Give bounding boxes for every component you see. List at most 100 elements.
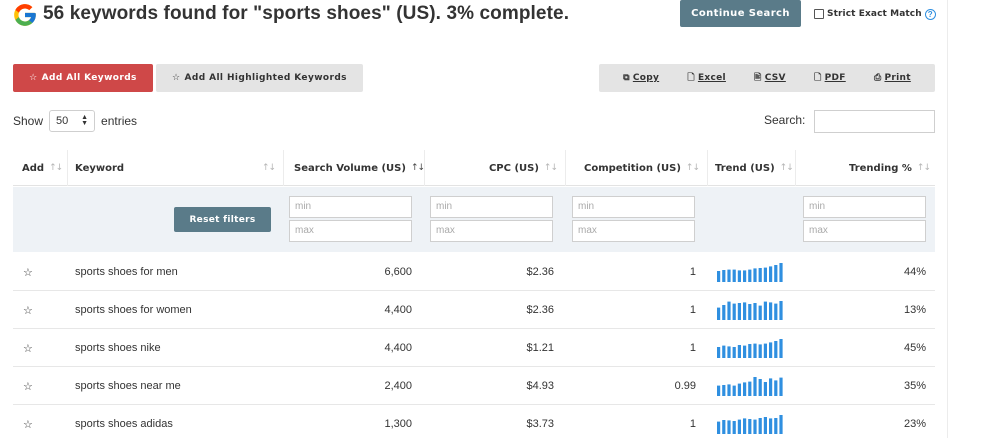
trend-bar	[774, 341, 778, 358]
trend-bar	[763, 301, 767, 320]
trend-bar	[727, 346, 731, 358]
trend-bar	[758, 305, 762, 320]
trend-bar	[753, 303, 757, 320]
trend-bar	[753, 268, 757, 282]
sort-desc-icon: ↑↓	[410, 163, 425, 173]
column-header-add-label: Add	[22, 162, 45, 174]
table-row: ☆ sports shoes for men 6,600 $2.36 1 44%	[13, 253, 935, 291]
column-divider	[283, 150, 284, 186]
column-header-trend[interactable]: Trend (US) ↑↓	[715, 150, 795, 186]
trend-bar	[743, 382, 747, 396]
sort-icon: ↑↓	[685, 163, 700, 173]
add-all-keywords-button[interactable]: ☆ Add All Keywords	[13, 64, 153, 92]
trend-bar	[717, 271, 721, 282]
column-header-keyword-label: Keyword	[75, 162, 125, 174]
continue-search-button[interactable]: Continue Search	[680, 0, 801, 27]
excel-button[interactable]: 🗋 Excel	[687, 70, 726, 86]
column-divider	[67, 150, 68, 186]
star-outline-icon: ☆	[29, 73, 38, 83]
cpc-cell: $2.36	[526, 266, 554, 278]
strict-exact-match-toggle[interactable]: Strict Exact Match ?	[814, 7, 936, 21]
star-outline-icon[interactable]: ☆	[23, 291, 37, 329]
star-outline-icon[interactable]: ☆	[23, 329, 37, 367]
competition-cell: 1	[689, 342, 696, 354]
search-volume-cell: 1,300	[384, 418, 412, 430]
trending-min-filter[interactable]: min	[803, 196, 926, 218]
trend-bar	[763, 382, 767, 396]
trend-bar	[779, 339, 783, 358]
trending-percent-cell: 35%	[903, 380, 926, 392]
column-header-competition[interactable]: Competition (US) ↑↓	[566, 150, 700, 186]
print-button[interactable]: ⎙ Print	[874, 73, 911, 83]
star-outline-icon[interactable]: ☆	[23, 405, 37, 443]
column-header-search-volume[interactable]: Search Volume (US) ↑↓	[294, 150, 425, 186]
google-logo-icon	[14, 4, 36, 26]
column-header-search-volume-label: Search Volume (US)	[294, 162, 406, 174]
sort-icon: ↑↓	[543, 163, 558, 173]
entries-label: entries	[101, 114, 138, 128]
help-icon[interactable]: ?	[924, 8, 936, 20]
reset-filters-button[interactable]: Reset filters	[174, 207, 271, 232]
cpc-max-filter[interactable]: max	[430, 220, 553, 242]
table-row: ☆ sports shoes for women 4,400 $2.36 1 1…	[13, 291, 935, 329]
trend-bar	[774, 380, 778, 396]
column-header-add[interactable]: Add ↑↓	[22, 150, 67, 186]
column-header-trend-label: Trend (US)	[715, 162, 775, 174]
cpc-min-filter[interactable]: min	[430, 196, 553, 218]
trend-bar	[722, 305, 726, 320]
column-header-trending[interactable]: Trending % ↑↓	[796, 150, 931, 186]
copy-label: Copy	[632, 73, 660, 83]
keyword-cell: sports shoes for women	[75, 304, 192, 316]
trend-sparkline	[717, 291, 787, 329]
cpc-cell: $4.93	[526, 380, 554, 392]
pdf-label: PDF	[824, 73, 846, 83]
csv-button[interactable]: 🖹 CSV	[754, 70, 786, 86]
add-all-keywords-label: Add All Keywords	[41, 73, 137, 83]
strict-exact-match-checkbox[interactable]	[814, 9, 824, 19]
star-outline-icon[interactable]: ☆	[23, 253, 37, 291]
volume-max-filter[interactable]: max	[289, 220, 412, 242]
entries-select[interactable]: 50 ▲ ▼	[49, 110, 96, 132]
add-highlighted-keywords-button[interactable]: ☆ Add All Highlighted Keywords	[156, 64, 363, 92]
competition-cell: 1	[689, 266, 696, 278]
trend-bar	[722, 420, 726, 434]
trend-bar	[753, 377, 757, 396]
trend-bar	[779, 377, 783, 396]
trend-bar	[774, 418, 778, 434]
entries-length-control: Show 50 ▲ ▼ entries	[13, 110, 137, 132]
keyword-cell: sports shoes near me	[75, 380, 181, 392]
competition-max-filter[interactable]: max	[572, 220, 695, 242]
print-icon: ⎙	[873, 73, 882, 83]
volume-min-filter[interactable]: min	[289, 196, 412, 218]
table-search-input[interactable]	[814, 110, 935, 133]
trend-bar	[753, 419, 757, 434]
competition-cell: 1	[689, 304, 696, 316]
competition-cell: 0.99	[674, 380, 696, 392]
print-label: Print	[884, 73, 911, 83]
filter-row: Reset filters min max min max min max mi…	[13, 187, 935, 252]
competition-min-filter[interactable]: min	[572, 196, 695, 218]
trend-bar	[732, 303, 736, 320]
copy-button[interactable]: ⧉ Copy	[623, 73, 659, 83]
page-title: 56 keywords found for "sports shoes" (US…	[43, 3, 570, 24]
trend-sparkline	[717, 253, 787, 291]
trending-percent-cell: 23%	[903, 418, 926, 430]
trend-bar	[717, 307, 721, 320]
keyword-cell: sports shoes nike	[75, 342, 161, 354]
keyword-sort-icon[interactable]: ↑↓	[262, 150, 276, 186]
trend-bar	[737, 419, 741, 434]
star-outline-icon[interactable]: ☆	[23, 367, 37, 405]
trending-max-filter[interactable]: max	[803, 220, 926, 242]
search-volume-cell: 4,400	[384, 304, 412, 316]
pdf-button[interactable]: 🗋 PDF	[814, 70, 846, 86]
trend-bar	[727, 384, 731, 396]
column-header-keyword[interactable]: Keyword	[75, 150, 275, 186]
trending-percent-cell: 44%	[903, 266, 926, 278]
sort-icon: ↑↓	[916, 163, 931, 173]
page-edge-divider	[947, 0, 948, 438]
trend-bar	[722, 385, 726, 396]
column-header-cpc[interactable]: CPC (US) ↑↓	[425, 150, 558, 186]
trend-bar	[753, 343, 757, 358]
trend-bar	[737, 345, 741, 358]
column-header-cpc-label: CPC (US)	[488, 162, 539, 174]
